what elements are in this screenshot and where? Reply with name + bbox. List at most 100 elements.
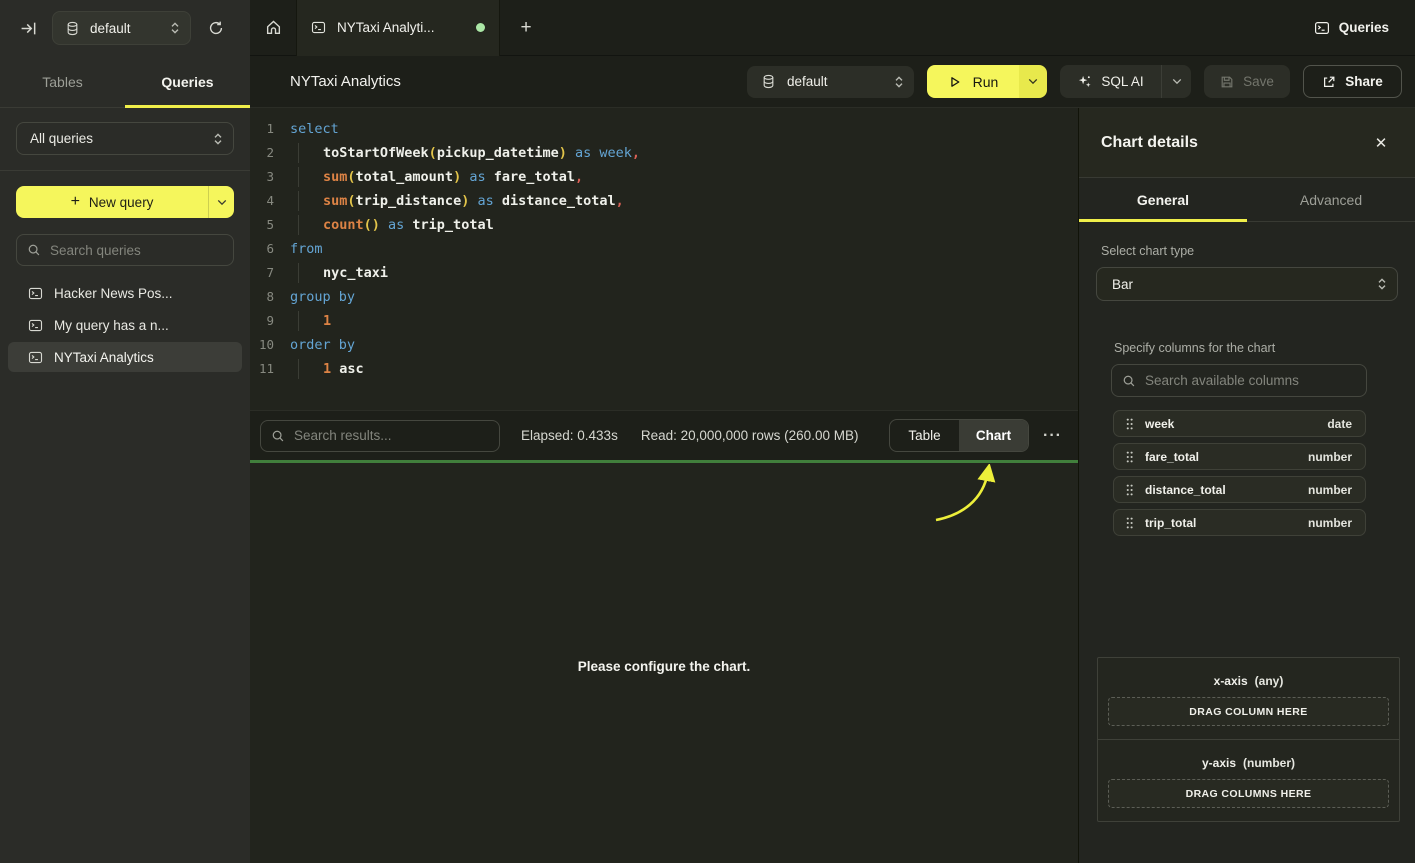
new-query-button[interactable]: + New query (16, 186, 234, 218)
drag-handle-icon (1125, 417, 1134, 431)
queries-nav-button[interactable]: Queries (1314, 20, 1389, 36)
share-icon (1322, 75, 1336, 89)
results-search (260, 420, 500, 452)
query-icon (28, 350, 43, 365)
sidebar-tab-tables[interactable]: Tables (0, 56, 125, 107)
search-icon (271, 429, 285, 443)
sql-editor[interactable]: 1select2toStartOfWeek(pickup_datetime) a… (250, 108, 1078, 410)
topbar-database-selector[interactable]: default (52, 11, 191, 45)
x-axis-type: (any) (1255, 674, 1284, 688)
query-search (16, 234, 234, 266)
top-bar-left: default (0, 0, 250, 56)
indent-guide (298, 311, 299, 331)
new-query-dropdown-button[interactable] (208, 186, 234, 218)
code-text: order by (290, 333, 355, 357)
chart-canvas: Please configure the chart. (250, 463, 1078, 863)
query-list-item[interactable]: My query has a n... (8, 310, 242, 340)
run-options-button[interactable] (1019, 65, 1047, 98)
query-search-input[interactable] (50, 243, 223, 258)
sql-ai-label: SQL AI (1101, 74, 1143, 89)
chevron-updown-icon (894, 75, 904, 89)
new-query-label: New query (89, 195, 154, 210)
chart-view-button[interactable]: Chart (959, 420, 1028, 451)
new-query-main[interactable]: + New query (16, 186, 208, 218)
database-icon (761, 74, 776, 89)
new-tab-button[interactable]: + (506, 8, 546, 48)
refresh-button[interactable] (200, 12, 232, 44)
column-chip[interactable]: week date (1113, 410, 1366, 437)
annotation-arrow-icon (932, 464, 996, 526)
queries-nav-label: Queries (1339, 20, 1389, 35)
home-button[interactable] (250, 0, 296, 56)
y-axis-label: y-axis (1202, 756, 1236, 770)
query-title: NYTaxi Analytics (290, 73, 401, 90)
y-axis-title: y-axis (number) (1098, 756, 1399, 770)
chart-type-label: Select chart type (1101, 244, 1415, 258)
query-item-label: Hacker News Pos... (54, 286, 173, 301)
code-line: 1select (250, 117, 1078, 141)
columns-search-input[interactable] (1145, 373, 1356, 388)
code-line: 10order by (250, 333, 1078, 357)
sql-ai-button[interactable]: SQL AI (1060, 74, 1161, 89)
sql-ai-dropdown-button[interactable] (1161, 65, 1191, 98)
column-name: fare_total (1145, 450, 1308, 464)
x-axis-drop-label: DRAG COLUMN HERE (1189, 706, 1307, 718)
y-axis-section: y-axis (number) DRAG COLUMNS HERE (1098, 739, 1399, 821)
column-name: distance_total (1145, 483, 1308, 497)
code-line: 4sum(trip_distance) as distance_total, (250, 189, 1078, 213)
plus-icon: + (71, 193, 80, 211)
y-axis-drop-label: DRAG COLUMNS HERE (1186, 788, 1312, 800)
y-axis-drop-zone[interactable]: DRAG COLUMNS HERE (1108, 779, 1389, 808)
code-text: group by (290, 285, 355, 309)
line-number: 10 (250, 333, 290, 357)
x-axis-section: x-axis(any) DRAG COLUMN HERE (1098, 658, 1399, 739)
chart-type-select[interactable]: Bar (1096, 267, 1398, 301)
run-database-value: default (787, 74, 894, 89)
sidebar-tab-queries[interactable]: Queries (125, 56, 250, 107)
column-chip[interactable]: distance_total number (1113, 476, 1366, 503)
share-button[interactable]: Share (1303, 65, 1402, 98)
collapse-sidebar-button[interactable] (12, 12, 44, 44)
query-toolbar: NYTaxi Analytics default (250, 56, 1415, 108)
x-axis-drop-zone[interactable]: DRAG COLUMN HERE (1108, 697, 1389, 726)
code-line: 8group by (250, 285, 1078, 309)
query-tab-icon (311, 20, 326, 35)
chart-details-header: Chart details ✕ (1079, 108, 1415, 178)
save-icon (1220, 75, 1234, 89)
results-view-toggle: Table Chart (889, 419, 1029, 452)
run-button[interactable]: Run (927, 65, 1019, 98)
y-axis-type: (number) (1243, 756, 1295, 770)
run-database-selector[interactable]: default (747, 66, 914, 98)
chevron-updown-icon (213, 132, 223, 146)
drag-handle-icon (1125, 450, 1134, 464)
results-more-button[interactable]: ··· (1043, 427, 1062, 445)
query-list-item[interactable]: NYTaxi Analytics (8, 342, 242, 372)
x-axis-title: x-axis(any) (1098, 674, 1399, 688)
chart-details-tabs: General Advanced (1079, 178, 1415, 222)
tab-advanced[interactable]: Advanced (1247, 178, 1415, 221)
tab-general[interactable]: General (1079, 178, 1247, 221)
chevron-down-icon (1172, 78, 1182, 85)
columns-section-label: Specify columns for the chart (1114, 341, 1415, 355)
sql-console-app: default NYTax (0, 0, 1415, 863)
axes-config-box: x-axis(any) DRAG COLUMN HERE y-axis (numb… (1097, 657, 1400, 822)
column-chip[interactable]: fare_total number (1113, 443, 1366, 470)
code-text: select (290, 117, 339, 141)
column-chip-list: week date fare_total number distance_tot… (1113, 410, 1366, 536)
elapsed-time: Elapsed: 0.433s (521, 428, 618, 443)
table-view-button[interactable]: Table (890, 420, 959, 451)
close-panel-button[interactable]: ✕ (1369, 131, 1393, 155)
save-button[interactable]: Save (1204, 65, 1290, 98)
code-text: nyc_taxi (290, 261, 388, 285)
column-chip[interactable]: trip_total number (1113, 509, 1366, 536)
sidebar-divider (0, 170, 250, 171)
refresh-icon (208, 20, 224, 36)
query-filter-select[interactable]: All queries (16, 122, 234, 155)
top-bar-tabs: NYTaxi Analyti... + Queries (250, 0, 1415, 56)
columns-search (1111, 364, 1367, 397)
home-icon (265, 19, 282, 36)
sidebar: Tables Queries All queries + New query (0, 56, 250, 863)
query-list-item[interactable]: Hacker News Pos... (8, 278, 242, 308)
tab-nytaxi-analytics[interactable]: NYTaxi Analyti... (296, 0, 500, 56)
results-search-input[interactable] (294, 428, 489, 443)
